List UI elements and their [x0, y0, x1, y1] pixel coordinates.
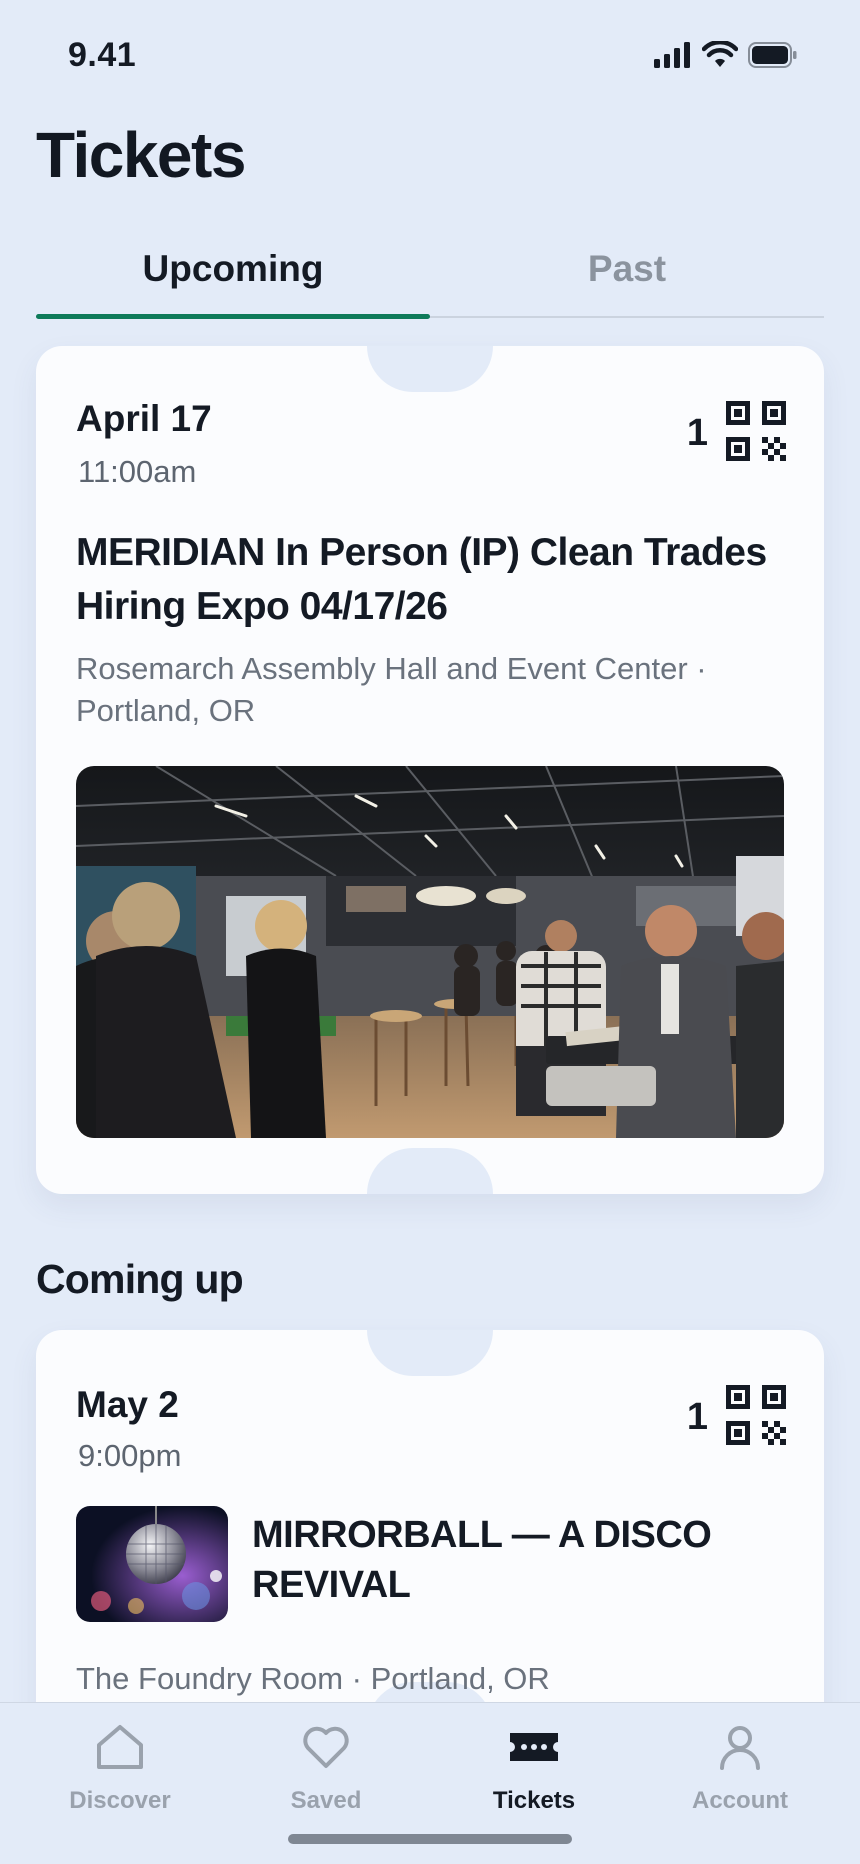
- ticket-time: 9:00pm: [78, 1438, 182, 1473]
- featured-ticket-card[interactable]: April 17 11:00am 1 MERIDIAN In Person (I…: [36, 346, 824, 1194]
- nav-label: Saved: [290, 1787, 362, 1814]
- status-icons: [654, 40, 798, 70]
- nav-tickets[interactable]: Tickets: [454, 1721, 614, 1815]
- person-icon: [720, 1726, 760, 1770]
- status-time: 9.41: [68, 36, 137, 74]
- ticket-event-title[interactable]: MERIDIAN In Person (IP) Clean Trades Hir…: [76, 526, 784, 634]
- nav-label: Tickets: [492, 1787, 576, 1814]
- signal-icon: [654, 42, 690, 68]
- ticket-venue: Rosemarch Assembly Hall and Event Center…: [76, 651, 707, 728]
- qr-code-icon[interactable]: [726, 1385, 786, 1445]
- wifi-icon: [702, 41, 738, 67]
- ticket-notch-top: [367, 346, 493, 392]
- tab-bar: Upcoming Past: [36, 244, 824, 319]
- ticket-time: 11:00am: [78, 454, 197, 489]
- tab-past[interactable]: Past: [430, 244, 824, 316]
- nav-label: Account: [692, 1787, 788, 1814]
- coming-up-ticket-card[interactable]: May 2 9:00pm 1 MIRRORBALL — A DISCO REVI…: [36, 1330, 824, 1742]
- tab-upcoming[interactable]: Upcoming: [36, 244, 430, 319]
- ticket-venue: The Foundry Room · Portland, OR: [76, 1661, 550, 1696]
- expo-hall-image: [76, 766, 784, 1138]
- section-heading-coming-up: Coming up: [36, 1256, 244, 1302]
- nav-discover[interactable]: Discover: [40, 1721, 200, 1815]
- battery-icon: [748, 42, 797, 68]
- ticket-notch-bottom: [367, 1148, 493, 1194]
- ticket-date: May 2: [76, 1384, 179, 1425]
- event-photo[interactable]: [76, 766, 784, 1138]
- qr-code-icon[interactable]: [726, 401, 786, 461]
- ticket-count: 1: [686, 1396, 708, 1438]
- nav-label: Discover: [69, 1787, 171, 1814]
- event-thumbnail[interactable]: [76, 1506, 228, 1622]
- home-indicator: [288, 1834, 572, 1844]
- ticket-icon: [510, 1733, 558, 1761]
- ticket-count: 1: [686, 412, 708, 454]
- status-bar: 9.41: [0, 0, 860, 110]
- page-title: Tickets: [36, 119, 246, 191]
- home-icon: [97, 1725, 143, 1769]
- nav-account[interactable]: Account: [660, 1721, 820, 1815]
- heart-icon: [303, 1726, 349, 1768]
- nav-saved[interactable]: Saved: [246, 1721, 406, 1815]
- ticket-notch-top: [367, 1330, 493, 1376]
- ticket-date: April 17: [76, 398, 212, 439]
- disco-ball-image: [76, 1506, 228, 1622]
- ticket-event-title[interactable]: MIRRORBALL — A DISCO REVIVAL: [252, 1510, 764, 1610]
